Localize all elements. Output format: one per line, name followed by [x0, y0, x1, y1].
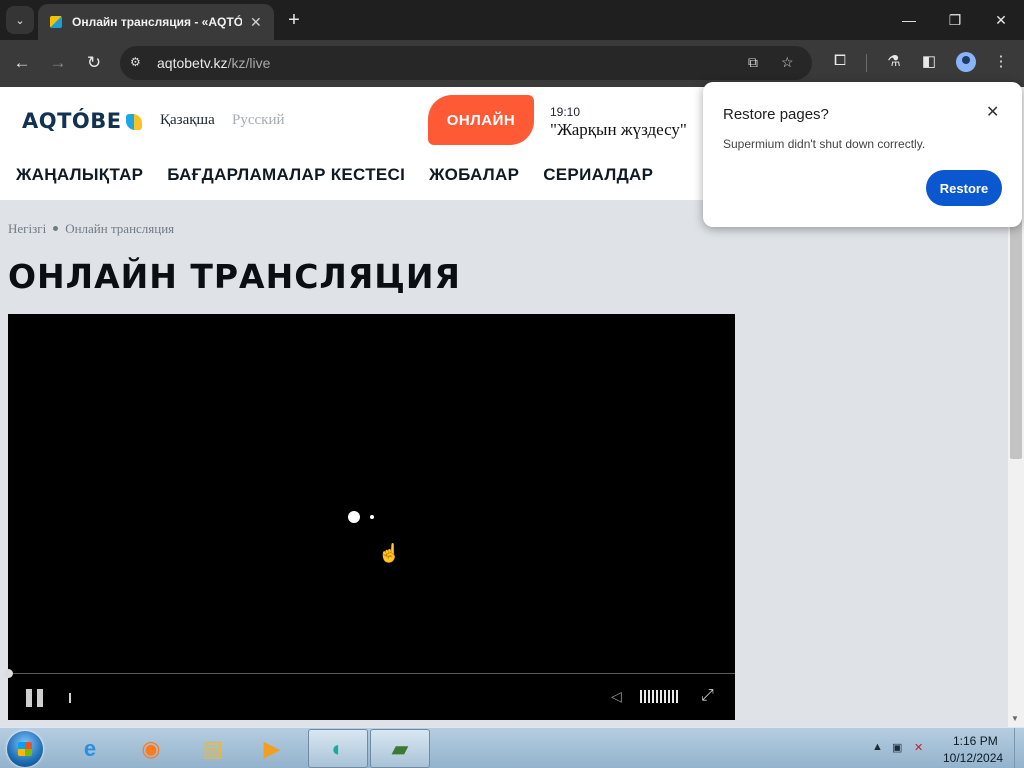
main-nav: ЖАҢАЛЫҚТАР БАҒДАРЛАМАЛАР КЕСТЕСІ ЖОБАЛАР… — [16, 165, 677, 185]
pause-icon[interactable] — [25, 689, 45, 707]
tab-search-button[interactable]: ⌄ — [6, 6, 34, 34]
dialog-message: Supermium didn't shut down correctly. — [723, 137, 926, 151]
tab-title: Онлайн трансляция - «AQTÓBE — [72, 15, 242, 29]
media-player-icon[interactable]: ▶ — [256, 733, 288, 765]
show-desktop-button[interactable] — [1014, 728, 1024, 768]
site-info-icon[interactable]: ⚙ — [130, 55, 141, 69]
breadcrumb: Негізгі Онлайн трансляция — [8, 221, 174, 237]
network-icon[interactable]: ▣ — [892, 741, 902, 754]
nav-item-schedule[interactable]: БАҒДАРЛАМАЛАР КЕСТЕСІ — [167, 165, 405, 185]
breadcrumb-current: Онлайн трансляция — [65, 221, 175, 236]
supermium-icon: ◐ — [331, 736, 345, 761]
mouse-pointer-hand-icon: ☝ — [378, 543, 401, 563]
toolbar-divider — [866, 54, 867, 72]
browser-tab-active[interactable]: Онлайн трансляция - «AQTÓBE ✕ — [38, 4, 274, 40]
dialog-close-icon[interactable]: ✕ — [986, 102, 999, 122]
clock-time[interactable]: 1:16 PM — [953, 734, 998, 748]
breadcrumb-home-link[interactable]: Негізгі — [8, 221, 46, 236]
progress-bar[interactable] — [8, 673, 735, 674]
notepad-icon: ▰ — [391, 736, 409, 761]
bookmark-star-icon[interactable]: ☆ — [781, 54, 794, 71]
address-bar[interactable]: ⚙ aqtobetv.kz/kz/live ⧉ ☆ — [120, 46, 812, 80]
close-window-button[interactable]: ✕ — [986, 8, 1016, 32]
breadcrumb-separator — [53, 226, 59, 231]
live-position-marker — [69, 693, 71, 703]
loading-spinner-dot — [370, 515, 374, 519]
nav-item-projects[interactable]: ЖОБАЛАР — [429, 165, 519, 185]
nav-item-series[interactable]: СЕРИАЛДАР — [543, 165, 653, 185]
volume-muted-icon[interactable]: ✕ — [914, 741, 923, 754]
restore-window-button[interactable]: ❐ — [940, 8, 970, 32]
volume-slider[interactable] — [640, 690, 678, 703]
new-tab-button[interactable]: + — [282, 8, 306, 32]
back-arrow-icon[interactable]: ← — [9, 50, 35, 76]
labs-flask-icon[interactable]: ⚗ — [883, 52, 905, 70]
restore-button[interactable]: Restore — [926, 170, 1002, 206]
taskbar-item-supermium[interactable]: ◐ — [308, 729, 368, 768]
page-title: ОНЛАЙН ТРАНСЛЯЦИЯ — [8, 257, 461, 296]
browser-tab-strip: ⌄ Онлайн трансляция - «AQTÓBE ✕ + — ❐ ✕ — [0, 0, 1024, 40]
reload-icon[interactable]: ↻ — [81, 50, 107, 76]
clock-date[interactable]: 10/12/2024 — [943, 751, 1003, 765]
side-panel-icon[interactable]: ◧ — [918, 52, 940, 70]
loading-spinner-icon — [348, 511, 360, 523]
firefox-icon[interactable]: ◉ — [135, 733, 167, 765]
start-button[interactable] — [7, 731, 43, 767]
site-favicon-icon — [50, 16, 62, 28]
now-playing-title[interactable]: "Жарқын жүздесу" — [550, 120, 687, 140]
profile-avatar-icon[interactable] — [956, 52, 976, 72]
fullscreen-icon[interactable]: ⤢ — [701, 687, 714, 705]
video-player[interactable]: ◁ ⤢ — [4, 314, 735, 720]
menu-kebab-icon[interactable]: ⋮ — [990, 52, 1012, 70]
tab-close-icon[interactable]: ✕ — [250, 14, 262, 31]
live-button[interactable]: ОНЛАЙН — [428, 95, 534, 145]
nav-item-news[interactable]: ЖАҢАЛЫҚТАР — [16, 165, 143, 185]
extensions-icon[interactable]: ⧠ — [829, 52, 851, 69]
windows-taskbar: e ◉ ▤ ▶ ◐ ▰ ▲ ▣ ✕ 1:16 PM 10/12/2024 — [0, 727, 1024, 768]
taskbar-item-notepad[interactable]: ▰ — [370, 729, 430, 768]
language-kazakh-link[interactable]: Қазақша — [160, 112, 215, 129]
forward-arrow-icon[interactable]: → — [45, 50, 71, 76]
scroll-down-arrow-icon[interactable]: ▼ — [1011, 714, 1019, 723]
language-russian-link[interactable]: Русский — [232, 112, 285, 129]
minimize-button[interactable]: — — [894, 8, 924, 32]
tray-expand-icon[interactable]: ▲ — [872, 741, 883, 753]
logo-mark-icon — [125, 114, 142, 130]
site-logo[interactable]: AQTÓBE — [22, 109, 142, 133]
url-text[interactable]: aqtobetv.kz/kz/live — [157, 55, 270, 71]
progress-handle[interactable] — [4, 669, 13, 678]
now-playing-time: 19:10 — [550, 105, 581, 119]
translate-icon[interactable]: ⧉ — [748, 54, 758, 71]
browser-toolbar: ← → ↻ ⚙ aqtobetv.kz/kz/live ⧉ ☆ ⧠ ⚗ ◧ ⋮ — [0, 40, 1024, 87]
volume-speaker-icon[interactable]: ◁ — [611, 688, 622, 705]
internet-explorer-icon[interactable]: e — [74, 733, 106, 765]
restore-pages-dialog: Restore pages? ✕ Supermium didn't shut d… — [703, 82, 1022, 227]
dialog-title: Restore pages? — [723, 106, 829, 123]
file-explorer-icon[interactable]: ▤ — [197, 733, 229, 765]
